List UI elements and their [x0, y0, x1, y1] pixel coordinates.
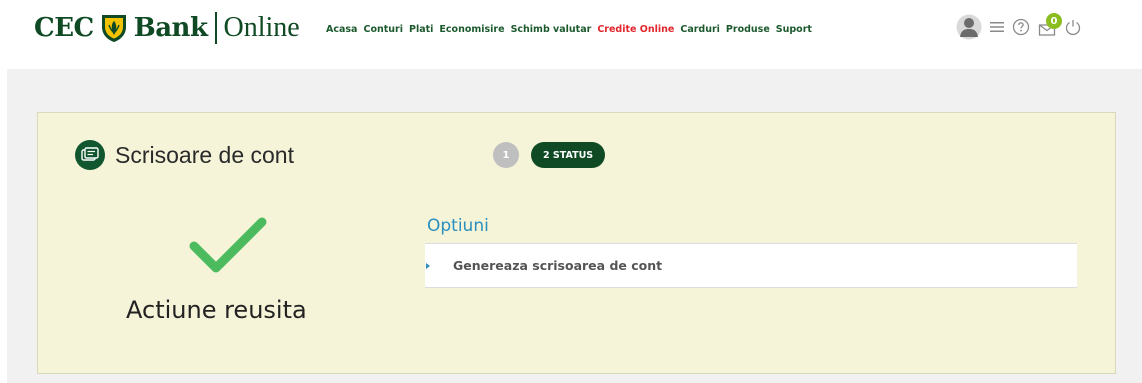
power-icon[interactable] [1064, 18, 1082, 36]
options-heading: Optiuni [427, 216, 489, 236]
success-message: Actiune reusita [126, 296, 307, 324]
account-letter-icon [75, 140, 105, 170]
bullet-arrow-icon [426, 263, 430, 269]
nav-produse[interactable]: Produse [726, 24, 770, 35]
wizard-steps: 1 2 STATUS [493, 142, 606, 168]
nav-credite-online[interactable]: Credite Online [597, 24, 674, 35]
page-title: Scrisoare de cont [115, 141, 294, 168]
step-1-indicator[interactable]: 1 [493, 142, 519, 168]
main-nav: Acasa Conturi Plati Economisire Schimb v… [326, 21, 818, 37]
nav-plati[interactable]: Plati [409, 24, 433, 35]
step-2-status-indicator: 2 STATUS [531, 142, 606, 168]
nav-schimb-valutar[interactable]: Schimb valutar [511, 24, 592, 35]
nav-acasa[interactable]: Acasa [326, 24, 357, 35]
mail-icon[interactable]: 0 [1038, 13, 1062, 37]
nav-carduri[interactable]: Carduri [680, 24, 720, 35]
logo-bank-text: Bank [133, 13, 208, 43]
logo-divider [215, 12, 218, 44]
options-list: Genereaza scrisoarea de cont [425, 243, 1077, 288]
nav-suport[interactable]: Suport [776, 24, 812, 35]
nav-economisire[interactable]: Economisire [439, 24, 504, 35]
nav-conturi[interactable]: Conturi [363, 24, 403, 35]
user-avatar-icon[interactable] [956, 13, 982, 41]
generate-account-letter-link[interactable]: Genereaza scrisoarea de cont [453, 258, 662, 273]
shield-logo-icon [101, 15, 126, 42]
help-circle-icon[interactable] [1012, 18, 1030, 36]
card-header: Scrisoare de cont [75, 140, 294, 170]
hamburger-menu-icon[interactable] [990, 21, 1004, 33]
success-checkmark-icon [189, 217, 267, 273]
logo-cec-text: CEC [34, 13, 94, 43]
logo-online-text: Online [223, 12, 300, 43]
cec-bank-logo[interactable]: CEC Bank Online [34, 8, 300, 48]
header-icons: 0 [956, 12, 1090, 42]
mail-count-badge: 0 [1046, 13, 1062, 29]
top-header: CEC Bank Online Acasa Conturi Plati Econ… [0, 0, 1142, 58]
